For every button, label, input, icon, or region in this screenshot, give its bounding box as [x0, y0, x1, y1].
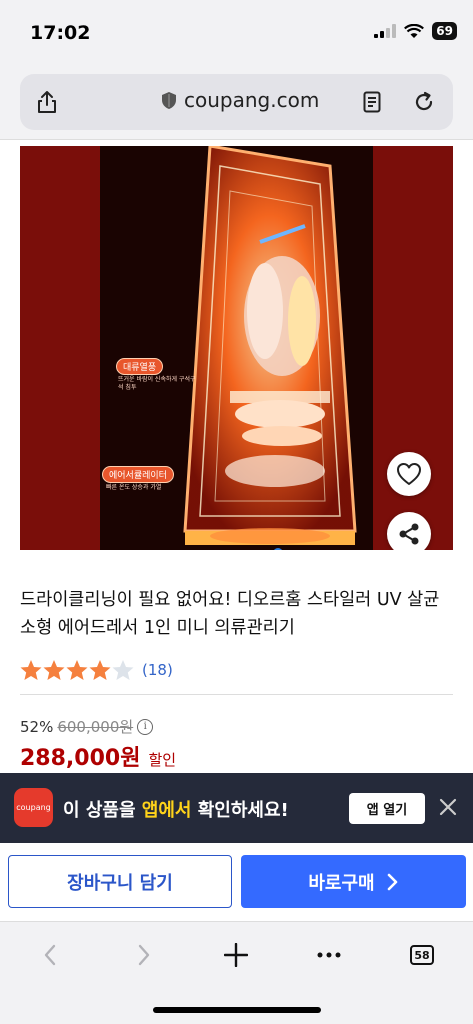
buy-now-label: 바로구매: [308, 872, 375, 894]
more-dots-icon: [317, 952, 341, 958]
discount-percent: 52%: [20, 717, 54, 736]
browser-header: coupang.com: [0, 64, 473, 140]
heart-icon: [397, 463, 421, 485]
wishlist-button[interactable]: [387, 452, 431, 496]
original-price: 600,000원: [57, 718, 134, 736]
banner-text-before: 이 상품을: [63, 800, 142, 821]
coupang-app-logo: coupang: [14, 788, 53, 827]
product-image[interactable]: 대류열풍 뜨거운 바람이 신속하게 구석구석 침투 에어서큘레이터 빠른 온도 …: [20, 146, 453, 550]
rating[interactable]: (18): [20, 658, 173, 682]
close-icon[interactable]: [438, 797, 458, 817]
purchase-bar: 장바구니 담기 바로구매: [0, 843, 473, 921]
status-bar: 17:02 69: [0, 0, 473, 64]
banner-text-accent: 앱에서: [141, 800, 192, 821]
more-menu-button[interactable]: [309, 940, 349, 970]
forward-button[interactable]: [124, 940, 164, 970]
hero-sublabel-convection: 뜨거운 바람이 신속하게 구석구석 침투: [118, 376, 196, 391]
wifi-icon: [404, 23, 425, 38]
app-promo-banner: coupang 이 상품을 앱에서 확인하세요! 앱 열기: [0, 773, 473, 843]
air-dresser-illustration: [183, 146, 357, 545]
status-icons: 69: [374, 22, 457, 40]
tab-count: 58: [410, 945, 434, 965]
sale-price: 288,000원: [20, 746, 141, 771]
app-logo-text: coupang: [16, 803, 51, 812]
info-icon[interactable]: i: [137, 718, 154, 735]
battery-indicator: 69: [432, 22, 457, 40]
security-shield-icon: [162, 91, 176, 109]
reader-mode-icon[interactable]: [363, 91, 381, 113]
share-icon[interactable]: [36, 90, 58, 114]
status-time: 17:02: [30, 22, 91, 44]
cellular-signal-icon: [374, 24, 397, 38]
price-original-line: 52% 600,000원 i: [20, 716, 154, 737]
share-nodes-icon: [399, 523, 419, 545]
url-domain: coupang.com: [184, 88, 320, 112]
add-to-cart-button[interactable]: 장바구니 담기: [8, 855, 232, 908]
plus-icon: [224, 943, 248, 967]
home-indicator: [153, 1007, 321, 1013]
back-button[interactable]: [30, 940, 70, 970]
buy-now-button[interactable]: 바로구매: [241, 855, 466, 908]
price-sale-line: 288,000원 할인: [20, 740, 176, 772]
divider: [20, 694, 453, 695]
hero-label-aircirculator: 에어서큘레이터: [102, 466, 174, 483]
banner-text-after: 확인하세요!: [191, 800, 289, 821]
star-rating-icon: [20, 660, 134, 680]
reload-icon[interactable]: [413, 91, 435, 113]
review-count[interactable]: (18): [142, 661, 173, 679]
new-tab-button[interactable]: [216, 940, 256, 970]
product-title: 드라이클리닝이 필요 없어요! 디오르홈 스타일러 UV 살균 소형 에어드레서…: [20, 590, 440, 638]
hero-label-convection: 대류열풍: [116, 358, 164, 375]
discount-tag: 할인: [148, 751, 177, 769]
chevron-right-icon: [387, 873, 397, 890]
open-app-button[interactable]: 앱 열기: [349, 793, 425, 824]
hero-sublabel-aircirculator: 빠른 온도 상승과 가열: [106, 484, 162, 491]
tabs-button[interactable]: 58: [402, 940, 442, 970]
chevron-right-icon: [138, 944, 150, 966]
url-display[interactable]: coupang.com: [162, 88, 319, 112]
share-product-button[interactable]: [387, 512, 431, 550]
address-bar[interactable]: coupang.com: [20, 74, 453, 130]
chevron-left-icon: [44, 944, 56, 966]
banner-message: 이 상품을 앱에서 확인하세요!: [63, 796, 289, 822]
